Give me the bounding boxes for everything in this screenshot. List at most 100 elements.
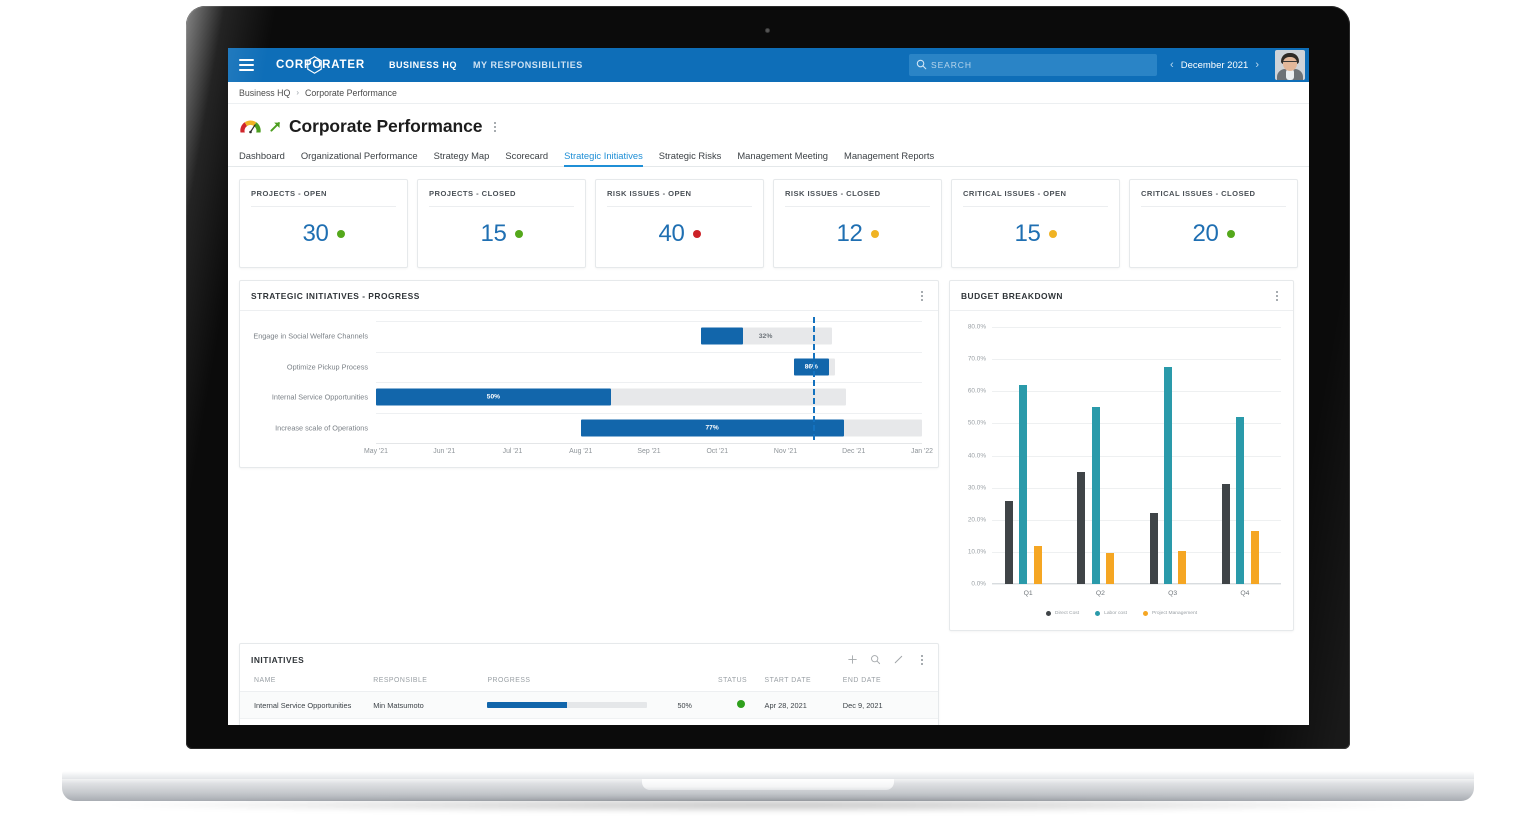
cell-start-date: Apr 28, 2021 <box>765 692 843 719</box>
kpi-card[interactable]: CRITICAL ISSUES - CLOSED20 <box>1129 179 1298 268</box>
gantt-row[interactable]: Optimize Pickup Process86% <box>376 352 922 383</box>
gantt-today-marker <box>813 317 815 443</box>
initiatives-header-row: NAME RESPONSIBLE PROGRESS STATUS START D… <box>240 669 938 692</box>
tab-strategy-map[interactable]: Strategy Map <box>434 150 506 166</box>
add-icon[interactable] <box>847 654 858 665</box>
gantt-progress-label: 77% <box>706 424 719 431</box>
col-header-status[interactable]: STATUS <box>718 669 765 692</box>
gantt-axis-tick: Oct '21 <box>706 448 728 455</box>
kpi-card[interactable]: PROJECTS - CLOSED15 <box>417 179 586 268</box>
gantt-axis-tick: Aug '21 <box>569 448 592 455</box>
col-header-name[interactable]: NAME <box>240 669 373 692</box>
tab-management-meeting[interactable]: Management Meeting <box>737 150 844 166</box>
gantt-progress-label: 86% <box>805 363 818 370</box>
budget-x-axis-label: Q4 <box>1240 590 1249 597</box>
tab-scorecard[interactable]: Scorecard <box>505 150 564 166</box>
budget-x-axis-label: Q2 <box>1096 590 1105 597</box>
budget-bar[interactable] <box>1251 531 1259 584</box>
budget-bar[interactable] <box>1005 501 1013 584</box>
budget-bar[interactable] <box>1150 513 1158 584</box>
tab-dashboard[interactable]: Dashboard <box>239 150 301 166</box>
legend-item[interactable]: Project Management <box>1143 611 1197 616</box>
legend-label: Labor cost <box>1104 611 1127 616</box>
budget-bar[interactable] <box>1236 417 1244 584</box>
search-icon[interactable] <box>870 654 881 665</box>
hexagon-logo-icon <box>307 56 322 74</box>
kpi-card[interactable]: RISK ISSUES - OPEN40 <box>595 179 764 268</box>
gantt-row[interactable]: Internal Service Opportunities50% <box>376 382 922 413</box>
budget-bar[interactable] <box>1178 551 1186 584</box>
gantt-panel-tools <box>916 291 927 301</box>
breadcrumb-item-business-hq[interactable]: Business HQ <box>239 88 290 98</box>
legend-item[interactable]: Labor cost <box>1095 611 1127 616</box>
gantt-progress-fill: 50% <box>376 389 611 406</box>
page-content: PROJECTS - OPEN30PROJECTS - CLOSED15RISK… <box>228 167 1309 725</box>
table-row[interactable]: Engage in Social Welfarelawrence Wang32%… <box>240 719 938 726</box>
page-kebab-menu-icon[interactable] <box>489 122 500 132</box>
budget-bar[interactable] <box>1164 367 1172 584</box>
app-topbar: CORPORATER BUSINESS HQ MY RESPONSIBILITI… <box>228 48 1309 82</box>
cell-end-date: Dec 9, 2021 <box>843 692 938 719</box>
initiatives-kebab-menu-icon[interactable] <box>916 655 927 665</box>
budget-y-axis-label: 50.0% <box>968 420 986 427</box>
budget-y-axis-label: 60.0% <box>968 388 986 395</box>
status-badge <box>737 700 745 708</box>
table-row[interactable]: Internal Service OpportunitiesMin Matsum… <box>240 692 938 719</box>
budget-bar[interactable] <box>1092 407 1100 584</box>
col-header-responsible[interactable]: RESPONSIBLE <box>373 669 487 692</box>
avatar[interactable] <box>1275 50 1305 80</box>
kpi-card-value: 12 <box>836 220 862 248</box>
gantt-row[interactable]: Engage in Social Welfare Channels32% <box>376 321 922 352</box>
laptop-shadow <box>110 797 1426 813</box>
col-header-end-date[interactable]: END DATE <box>843 669 938 692</box>
tab-strategic-risks[interactable]: Strategic Risks <box>659 150 738 166</box>
tab-strategic-initiatives[interactable]: Strategic Initiatives <box>564 150 659 166</box>
breadcrumb-item-corporate-performance[interactable]: Corporate Performance <box>305 88 397 98</box>
legend-item[interactable]: Direct Cost <box>1046 611 1079 616</box>
gantt-track[interactable]: 50% <box>376 389 846 406</box>
gantt-axis-tick: Sep '21 <box>637 448 660 455</box>
budget-bar[interactable] <box>1106 553 1114 584</box>
cell-end-date: Dec 6, 2021 <box>843 719 938 726</box>
kpi-card[interactable]: RISK ISSUES - CLOSED 12 <box>773 179 942 268</box>
edit-icon[interactable] <box>893 654 904 665</box>
budget-gridline <box>992 584 1281 585</box>
col-header-progress[interactable]: PROGRESS <box>487 669 718 692</box>
kpi-card-value: 40 <box>658 220 684 248</box>
chevron-right-icon[interactable]: › <box>1248 59 1266 71</box>
budget-bar[interactable] <box>1077 472 1085 584</box>
gantt-kebab-menu-icon[interactable] <box>916 291 927 301</box>
gantt-axis-tick: May '21 <box>364 448 388 455</box>
budget-bar-group: Q3 <box>1137 327 1209 584</box>
tab-organizational-performance[interactable]: Organizational Performance <box>301 150 434 166</box>
nav-link-my-responsibilities[interactable]: MY RESPONSIBILITIES <box>473 60 599 70</box>
kpi-card-value: 15 <box>480 220 506 248</box>
gantt-progress-fill: 86% <box>794 358 829 375</box>
budget-kebab-menu-icon[interactable] <box>1271 291 1282 301</box>
budget-bar[interactable] <box>1222 484 1230 584</box>
gantt-axis-tick: Nov '21 <box>774 448 797 455</box>
kpi-card-body: 30 <box>251 207 396 267</box>
hamburger-icon[interactable] <box>239 59 254 70</box>
gantt-progress-label: 50% <box>487 394 500 401</box>
chevron-left-icon[interactable]: ‹ <box>1163 59 1181 71</box>
brand-logo[interactable]: CORPORATER <box>274 59 367 71</box>
budget-y-axis-label: 20.0% <box>968 516 986 523</box>
col-header-start-date[interactable]: START DATE <box>765 669 843 692</box>
nav-link-business-hq[interactable]: BUSINESS HQ <box>389 60 473 70</box>
tab-management-reports[interactable]: Management Reports <box>844 150 950 166</box>
gantt-row[interactable]: Increase scale of Operations77% <box>376 413 922 444</box>
kpi-card-title: CRITICAL ISSUES - OPEN <box>963 189 1108 207</box>
search-input[interactable] <box>931 55 1157 75</box>
strategic-initiatives-progress-panel: STRATEGIC INITIATIVES - PROGRESS Engage … <box>239 280 939 468</box>
search-box[interactable] <box>909 54 1157 76</box>
progress-percent-label: 50% <box>677 701 691 710</box>
budget-bar[interactable] <box>1019 385 1027 584</box>
kpi-card[interactable]: CRITICAL ISSUES - OPEN15 <box>951 179 1120 268</box>
kpi-card-title: RISK ISSUES - CLOSED <box>785 189 930 207</box>
gantt-gridline <box>376 352 922 353</box>
kpi-card[interactable]: PROJECTS - OPEN30 <box>239 179 408 268</box>
gantt-row-label: Engage in Social Welfare Channels <box>253 332 368 341</box>
gantt-track[interactable]: 77% <box>581 419 922 436</box>
budget-bar[interactable] <box>1034 546 1042 584</box>
